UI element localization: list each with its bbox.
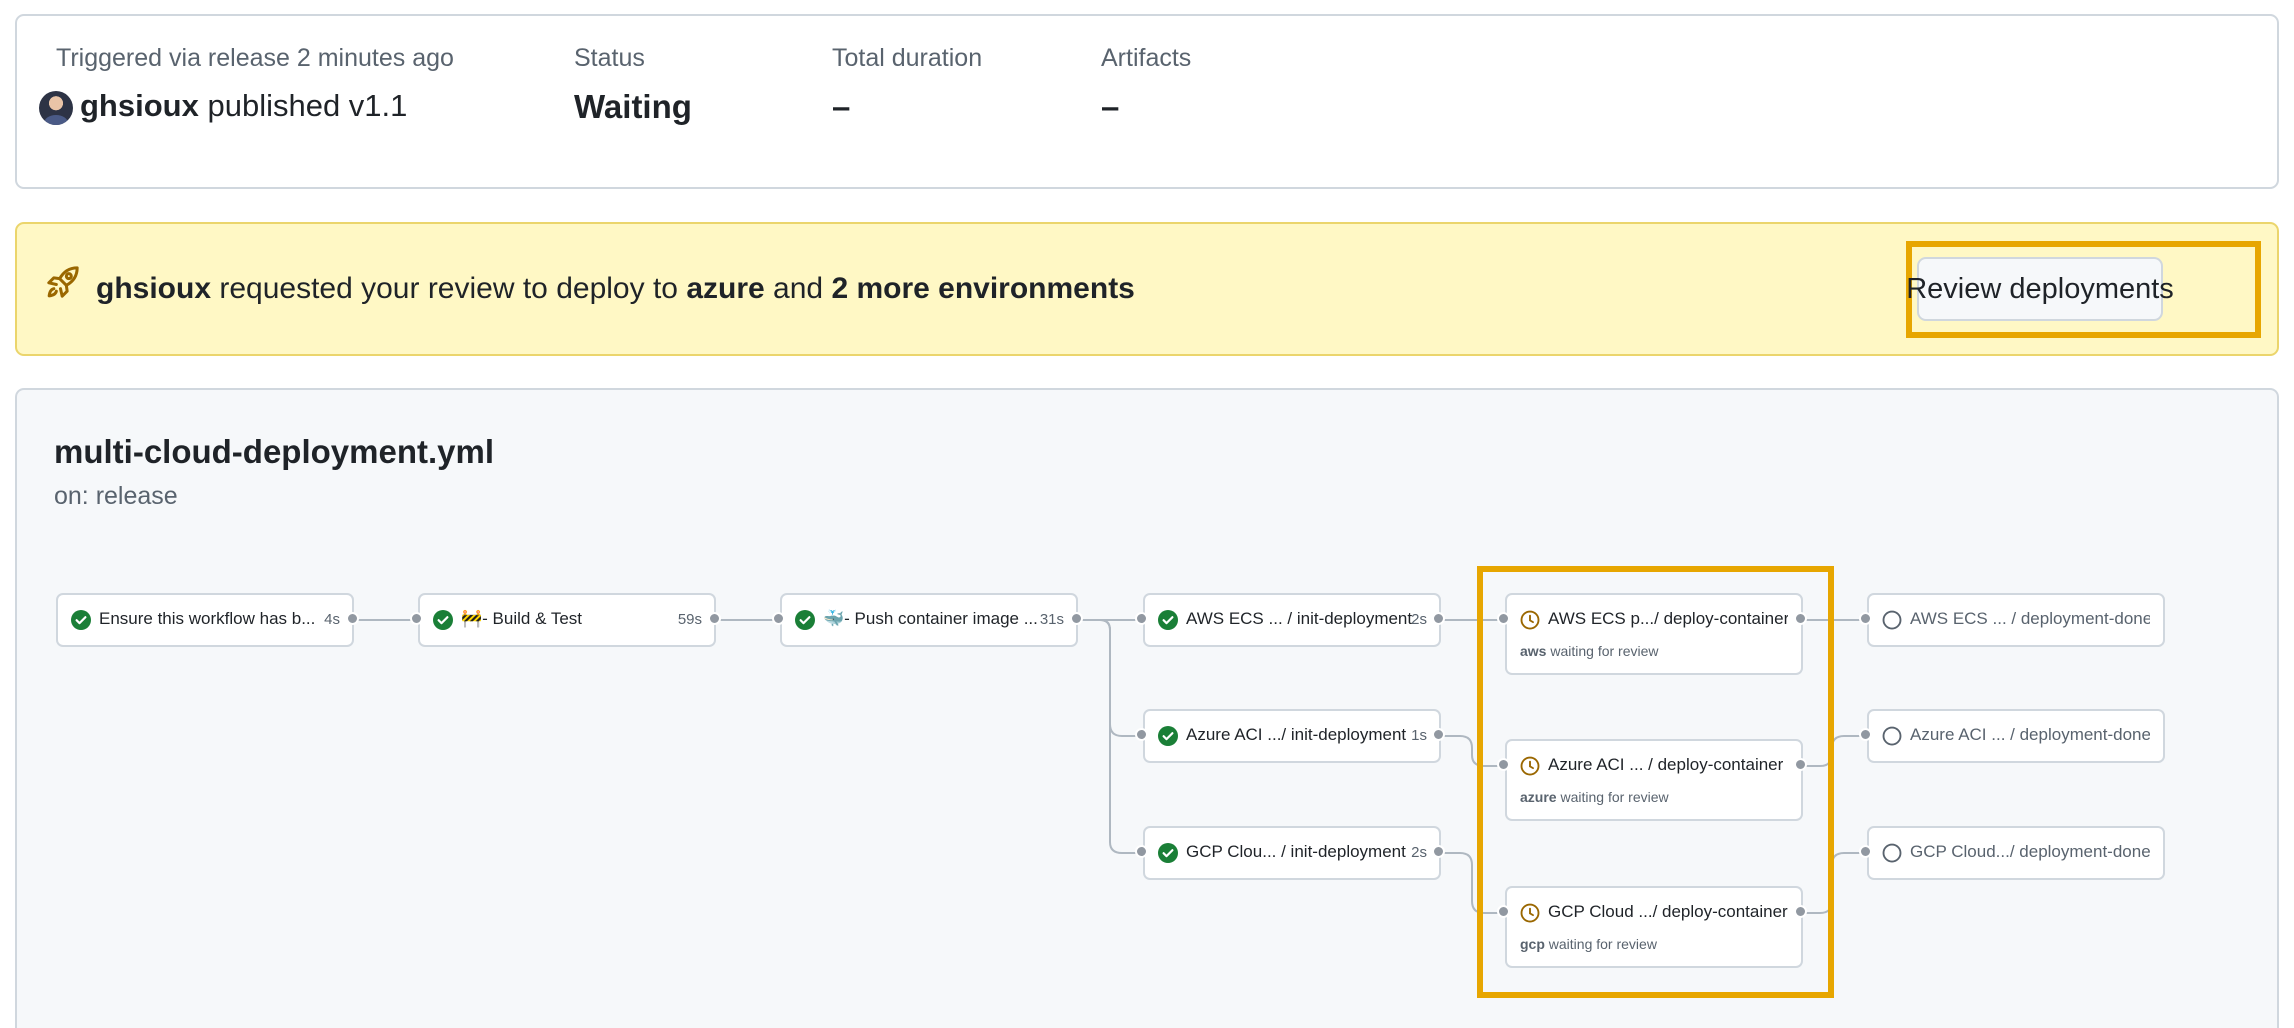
waiting-note: waiting for review (1560, 789, 1669, 805)
connector-dot (1794, 758, 1807, 771)
job-gcp-deploy-container[interactable]: GCP Cloud .../ deploy-container gcp wait… (1505, 886, 1803, 968)
clock-icon (1520, 610, 1540, 630)
connector-dot (1859, 728, 1872, 741)
environment-name: gcp (1520, 936, 1545, 952)
job-name: Azure ACI ... / deployment-done (1910, 725, 2150, 744)
job-name: 🚧- Build & Test (461, 609, 583, 628)
circle-outline-icon (1882, 843, 1902, 863)
job-duration: 1s (1411, 727, 1427, 744)
connector-dot (1794, 905, 1807, 918)
job-push-container[interactable]: 🐳- Push container image ... 31s (780, 593, 1078, 647)
job-duration: 31s (1039, 611, 1064, 628)
job-name: AWS ECS p.../ deploy-container (1548, 609, 1788, 628)
check-circle-fill-icon (1158, 726, 1178, 746)
connector-dot (708, 612, 721, 625)
connector-dot (410, 612, 423, 625)
check-circle-fill-icon (433, 610, 453, 630)
job-build-test[interactable]: 🚧- Build & Test 59s (418, 593, 716, 647)
job-name: Ensure this workflow has b... (99, 609, 316, 628)
job-duration: 2s (1411, 844, 1427, 861)
environment-name: azure (1520, 789, 1557, 805)
connector-dot (1859, 845, 1872, 858)
connector-dot (1070, 612, 1083, 625)
job-environment-note: azure waiting for review (1520, 789, 1669, 805)
job-azure-deploy-container[interactable]: Azure ACI ... / deploy-container azure w… (1505, 739, 1803, 821)
job-name: AWS ECS ... / deployment-done (1910, 609, 2150, 628)
connector-dot (1135, 612, 1148, 625)
connector-dot (772, 612, 785, 625)
job-gcp-deployment-done[interactable]: GCP Cloud.../ deployment-done (1867, 826, 2165, 880)
environment-name: aws (1520, 643, 1547, 659)
check-circle-fill-icon (795, 610, 815, 630)
waiting-note: waiting for review (1550, 643, 1659, 659)
clock-icon (1520, 756, 1540, 776)
connector-dot (346, 612, 359, 625)
check-circle-fill-icon (1158, 843, 1178, 863)
job-name: Azure ACI ... / deploy-container (1548, 755, 1784, 774)
check-circle-fill-icon (71, 610, 91, 630)
job-aws-deploy-container[interactable]: AWS ECS p.../ deploy-container aws waiti… (1505, 593, 1803, 675)
connector-dot (1432, 612, 1445, 625)
waiting-note: waiting for review (1548, 936, 1657, 952)
job-gcp-init-deployment[interactable]: GCP Clou... / init-deployment 2s (1143, 826, 1441, 880)
job-name: AWS ECS ... / init-deployment (1186, 609, 1413, 628)
job-environment-note: aws waiting for review (1520, 643, 1659, 659)
connector-dot (1859, 612, 1872, 625)
job-azure-init-deployment[interactable]: Azure ACI .../ init-deployment 1s (1143, 709, 1441, 763)
connector-dot (1497, 612, 1510, 625)
job-name: Azure ACI .../ init-deployment (1186, 725, 1407, 744)
check-circle-fill-icon (1158, 610, 1178, 630)
job-environment-note: gcp waiting for review (1520, 936, 1657, 952)
job-name: GCP Cloud .../ deploy-container (1548, 902, 1788, 921)
job-azure-deployment-done[interactable]: Azure ACI ... / deployment-done (1867, 709, 2165, 763)
job-duration: 4s (324, 611, 340, 628)
clock-icon (1520, 903, 1540, 923)
job-duration: 2s (1411, 611, 1427, 628)
circle-outline-icon (1882, 726, 1902, 746)
job-name: GCP Cloud.../ deployment-done (1910, 842, 2150, 861)
connector-dot (1135, 845, 1148, 858)
job-name: 🐳- Push container image ... (823, 609, 1038, 628)
circle-outline-icon (1882, 610, 1902, 630)
connector-dot (1497, 905, 1510, 918)
connector-dot (1432, 728, 1445, 741)
job-aws-init-deployment[interactable]: AWS ECS ... / init-deployment 2s (1143, 593, 1441, 647)
connector-dot (1432, 845, 1445, 858)
connector-dot (1794, 612, 1807, 625)
job-aws-deployment-done[interactable]: AWS ECS ... / deployment-done (1867, 593, 2165, 647)
connector-dot (1135, 728, 1148, 741)
job-duration: 59s (677, 611, 702, 628)
job-name: GCP Clou... / init-deployment (1186, 842, 1406, 861)
connector-dot (1497, 758, 1510, 771)
job-ensure-workflow[interactable]: Ensure this workflow has b... 4s (56, 593, 354, 647)
